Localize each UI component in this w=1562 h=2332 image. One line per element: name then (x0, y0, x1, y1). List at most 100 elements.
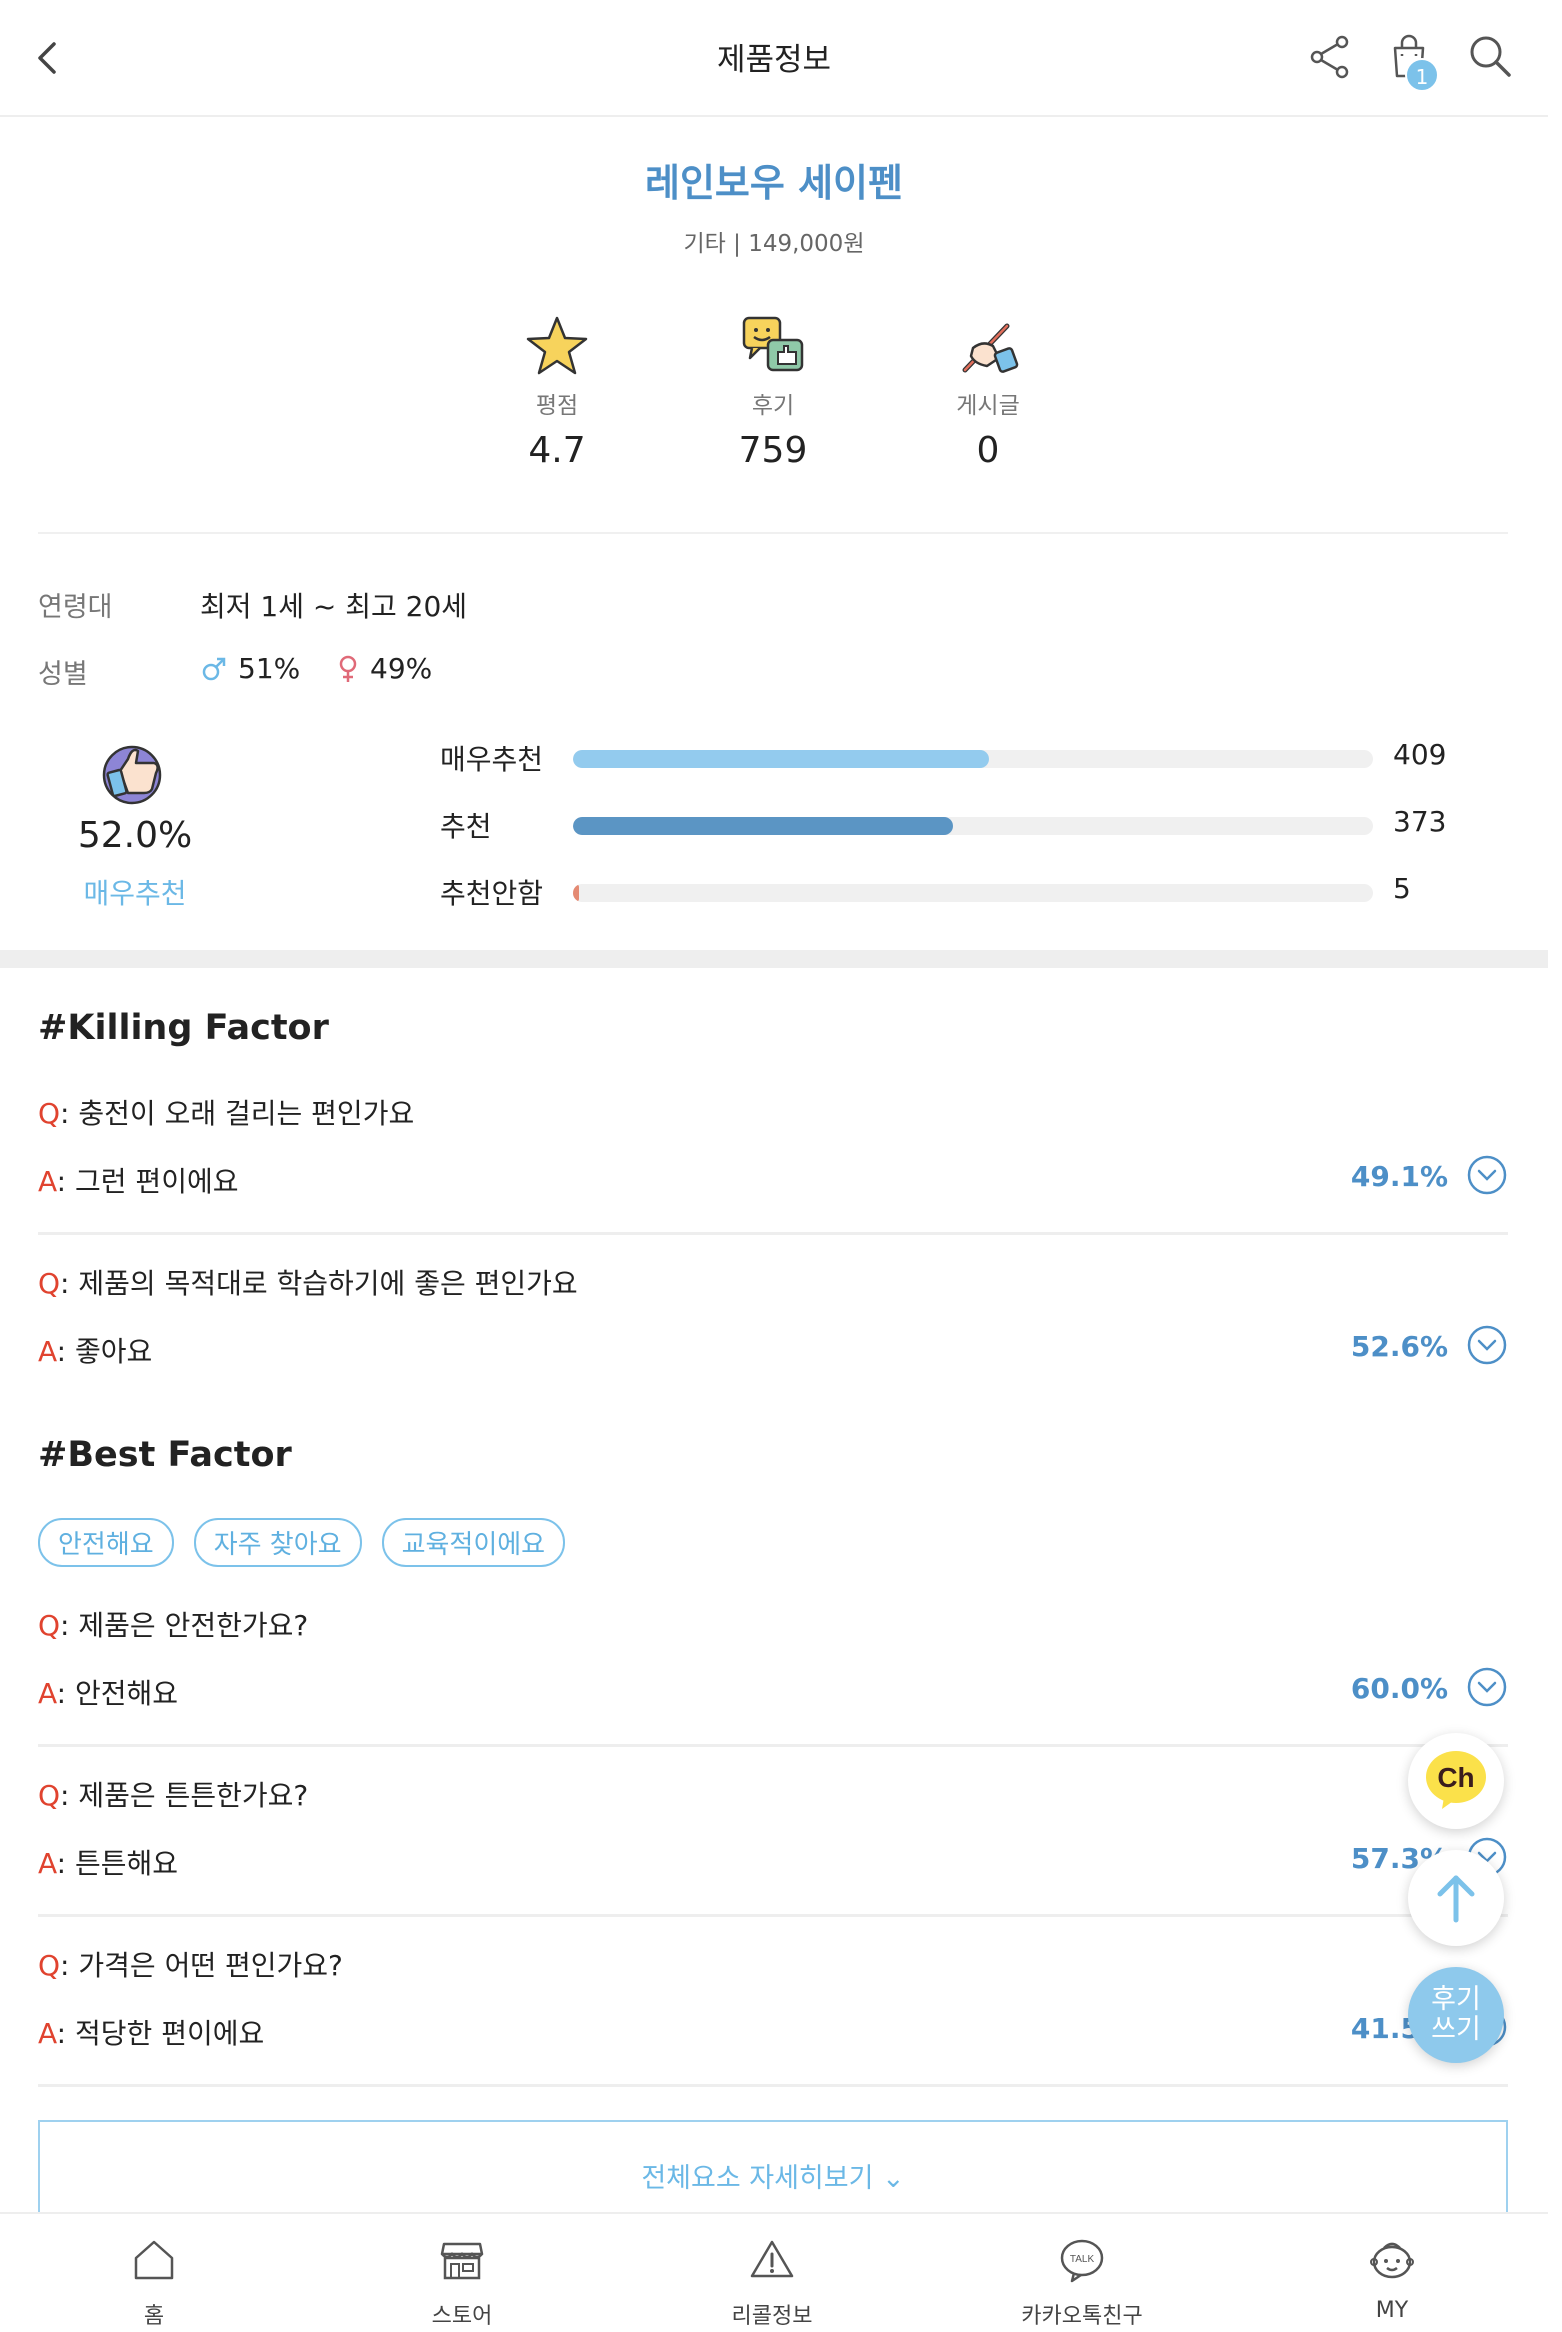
review-label: 후기 (751, 393, 795, 419)
product-category-price: 기타 | 149,000원 (683, 231, 865, 257)
channel-text: Ch (1437, 1762, 1474, 1793)
question: Q: 제품의 목적대로 학습하기에 좋은 편인가요 (38, 1267, 578, 1300)
chevron-down-circle-icon[interactable] (1466, 1324, 1508, 1366)
nav-kakao-friend[interactable]: TALK 카카오톡친구 (982, 2234, 1182, 2330)
product-info-page: 제품정보 1 레인보우 세이펜 기타 | 149,000원 평점 4.7 후기 … (0, 0, 1548, 2332)
divider (38, 1744, 1508, 1747)
a-mark: A (38, 1335, 57, 1368)
question: Q: 충전이 오래 걸리는 편인가요 (38, 1097, 415, 1130)
talk-icon: TALK (1060, 2239, 1104, 2283)
age-value: 최저 1세 ~ 최고 20세 (200, 590, 468, 623)
answer: A: 적당한 편이에요 (38, 2017, 265, 2050)
rating-value: 4.7 (528, 430, 586, 471)
question-text: 제품의 목적대로 학습하기에 좋은 편인가요 (78, 1267, 578, 1300)
bar-fill (573, 884, 579, 902)
nav-recall[interactable]: 리콜정보 (672, 2234, 872, 2330)
nav-label: MY (1375, 2298, 1409, 2323)
write-review-line1: 후기 (1431, 1984, 1481, 2015)
q-mark: Q (38, 1949, 61, 1982)
scroll-top-button[interactable] (1408, 1850, 1504, 1946)
nav-label: 스토어 (431, 2304, 493, 2329)
share-icon (1310, 35, 1349, 79)
question-text: 가격은 어떤 편인가요? (78, 1949, 343, 1982)
question: Q: 제품은 튼튼한가요? (38, 1779, 309, 1812)
view-all-factors-button[interactable]: 전체요소 자세히보기 ⌄ (38, 2120, 1508, 2220)
post-stat[interactable]: 게시글 0 (908, 312, 1068, 471)
recommend-bar-yes: 추천 373 (440, 805, 1510, 845)
search-button[interactable] (1465, 32, 1515, 82)
answer-text: 튼튼해요 (75, 1847, 179, 1880)
answer: A: 안전해요 (38, 1677, 179, 1710)
factor-tag[interactable]: 교육적이에요 (381, 1518, 566, 1567)
gender-label: 성별 (38, 659, 88, 690)
write-review-button[interactable]: 후기 쓰기 (1408, 1967, 1504, 2063)
female-ratio: 49% (336, 652, 432, 685)
writing-hand-icon (962, 323, 1019, 373)
answer-text: 안전해요 (75, 1677, 179, 1710)
rating-stat: 평점 4.7 (477, 312, 637, 471)
male-icon (202, 657, 226, 680)
question: Q: 가격은 어떤 편인가요? (38, 1949, 343, 1982)
recommend-bar-no: 추천안함 5 (440, 872, 1510, 912)
answer: A: 튼튼해요 (38, 1847, 179, 1880)
warning-icon (750, 2240, 794, 2278)
kakao-channel-button[interactable]: Ch (1408, 1733, 1504, 1829)
rating-label: 평점 (535, 393, 579, 419)
nav-label: 리콜정보 (731, 2304, 813, 2329)
factor-tag[interactable]: 안전해요 (38, 1518, 174, 1567)
question-text: 제품은 튼튼한가요? (78, 1779, 309, 1812)
question: Q: 제품은 안전한가요? (38, 1609, 309, 1642)
male-ratio: 51% (200, 652, 300, 685)
a-mark: A (38, 1677, 57, 1710)
q-mark: Q (38, 1609, 61, 1642)
recommend-percent: 52.0% (77, 815, 193, 856)
nav-label: 카카오톡친구 (1021, 2304, 1143, 2329)
chevron-down-circle-icon[interactable] (1466, 1666, 1508, 1708)
nav-store[interactable]: 스토어 (362, 2234, 562, 2330)
review-chat-icon (742, 316, 804, 372)
home-icon (134, 2240, 174, 2280)
q-mark: Q (38, 1097, 61, 1130)
nav-my[interactable]: MY (1292, 2234, 1492, 2323)
chevron-down-circle-icon[interactable] (1466, 1154, 1508, 1196)
bar-label: 매우추천 (440, 743, 544, 776)
killing-factor-title: #Killing Factor (38, 1008, 329, 1048)
thumbs-up-icon (102, 745, 162, 805)
answer: A: 그런 편이에요 (38, 1165, 239, 1198)
question-text: 제품은 안전한가요? (78, 1609, 309, 1642)
a-mark: A (38, 1847, 57, 1880)
answer-text: 좋아요 (75, 1335, 153, 1368)
factor-tag[interactable]: 자주 찾아요 (193, 1518, 362, 1567)
bar-track (573, 884, 1373, 902)
section-separator (0, 950, 1548, 968)
post-count: 0 (976, 430, 1000, 471)
question-text: 충전이 오래 걸리는 편인가요 (78, 1097, 415, 1130)
recommend-bar-very: 매우추천 409 (440, 738, 1510, 778)
nav-label: 홈 (143, 2304, 165, 2329)
bar-track (573, 750, 1373, 768)
bar-track (573, 817, 1373, 835)
bar-label: 추천안함 (440, 877, 544, 910)
store-icon (440, 2242, 484, 2280)
a-mark: A (38, 2017, 57, 2050)
review-stat[interactable]: 후기 759 (693, 312, 853, 471)
share-button[interactable] (1305, 32, 1355, 82)
divider (38, 2084, 1508, 2087)
write-review-line2: 쓰기 (1431, 2014, 1481, 2045)
answer: A: 좋아요 (38, 1335, 153, 1368)
answer-text: 그런 편이에요 (75, 1165, 239, 1198)
bottom-navigation: 홈 스토어 리콜정보 TALK 카카오톡친구 MY (0, 2212, 1548, 2332)
bar-count: 409 (1393, 738, 1447, 771)
talk-text: TALK (1070, 2254, 1095, 2265)
post-label: 게시글 (956, 393, 1020, 419)
best-factor-title: #Best Factor (38, 1435, 292, 1475)
answer-percent: 52.6% (1350, 1330, 1448, 1363)
arrow-up-icon (1437, 1875, 1475, 1923)
search-icon (1470, 36, 1511, 77)
male-percent: 51% (238, 652, 301, 685)
bar-fill (573, 750, 989, 768)
female-icon (339, 655, 357, 682)
cart-count-badge: 1 (1405, 58, 1439, 92)
a-mark: A (38, 1165, 57, 1198)
nav-home[interactable]: 홈 (54, 2234, 254, 2330)
